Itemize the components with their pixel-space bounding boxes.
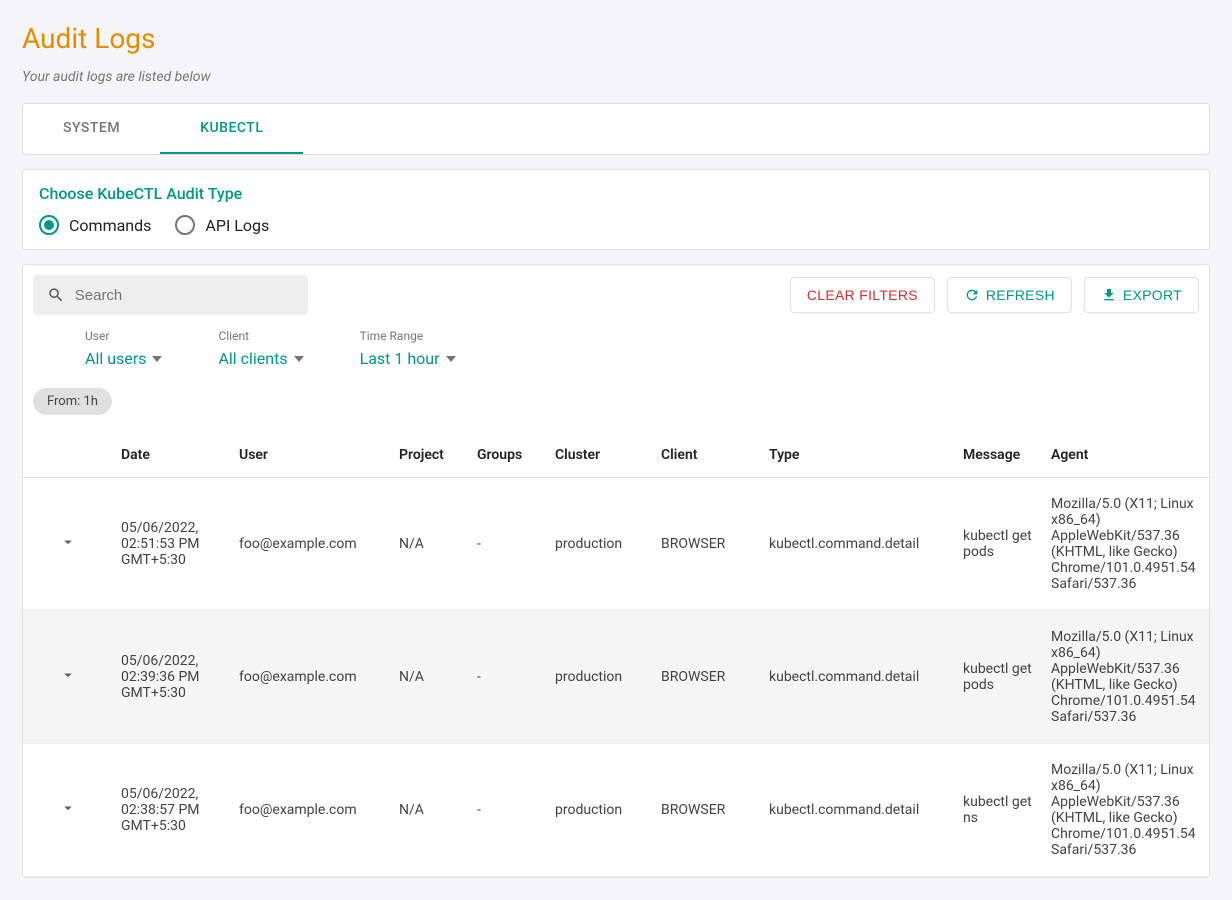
audit-type-title: Choose KubeCTL Audit Type bbox=[39, 184, 1193, 203]
clear-filters-button[interactable]: CLEAR FILTERS bbox=[790, 277, 935, 313]
time-chip[interactable]: From: 1h bbox=[33, 388, 112, 415]
logs-table: Date User Project Groups Cluster Client … bbox=[23, 433, 1209, 877]
cell-type: kubectl.command.detail bbox=[761, 478, 955, 611]
radio-icon bbox=[39, 215, 59, 235]
col-user: User bbox=[231, 433, 391, 478]
col-cluster: Cluster bbox=[547, 433, 653, 478]
refresh-label: REFRESH bbox=[986, 287, 1055, 303]
expand-icon[interactable] bbox=[59, 672, 77, 688]
page-subtitle: Your audit logs are listed below bbox=[22, 69, 1210, 85]
filter-user-value: All users bbox=[85, 349, 146, 368]
download-icon bbox=[1101, 287, 1117, 303]
chevron-down-icon bbox=[294, 356, 304, 362]
expand-icon[interactable] bbox=[59, 539, 77, 555]
filter-user-select[interactable]: All users bbox=[85, 349, 162, 368]
page-title: Audit Logs bbox=[22, 22, 1210, 55]
col-type: Type bbox=[761, 433, 955, 478]
search-input[interactable] bbox=[75, 287, 294, 304]
cell-cluster: production bbox=[547, 744, 653, 877]
clear-filters-label: CLEAR FILTERS bbox=[807, 287, 918, 303]
expand-icon[interactable] bbox=[59, 805, 77, 821]
audit-type-panel: Choose KubeCTL Audit Type Commands API L… bbox=[22, 169, 1210, 250]
cell-type: kubectl.command.detail bbox=[761, 611, 955, 744]
chevron-down-icon bbox=[446, 356, 456, 362]
col-date: Date bbox=[113, 433, 231, 478]
cell-groups: - bbox=[469, 611, 547, 744]
export-label: EXPORT bbox=[1123, 287, 1182, 303]
cell-groups: - bbox=[469, 744, 547, 877]
cell-groups: - bbox=[469, 478, 547, 611]
cell-project: N/A bbox=[391, 744, 469, 877]
cell-date: 05/06/2022, 02:38:57 PM GMT+5:30 bbox=[113, 744, 231, 877]
cell-agent: Mozilla/5.0 (X11; Linux x86_64) AppleWeb… bbox=[1043, 478, 1209, 611]
cell-message: kubectl get pods bbox=[955, 611, 1043, 744]
filter-client-label: Client bbox=[218, 329, 303, 343]
cell-user: foo@example.com bbox=[231, 744, 391, 877]
table-row: 05/06/2022, 02:39:36 PM GMT+5:30foo@exam… bbox=[23, 611, 1209, 744]
cell-message: kubectl get ns bbox=[955, 744, 1043, 877]
tabs-bar: SYSTEM KUBECTL bbox=[22, 103, 1210, 155]
cell-project: N/A bbox=[391, 478, 469, 611]
col-message: Message bbox=[955, 433, 1043, 478]
tab-kubectl[interactable]: KUBECTL bbox=[160, 104, 303, 154]
cell-date: 05/06/2022, 02:39:36 PM GMT+5:30 bbox=[113, 611, 231, 744]
search-icon bbox=[47, 285, 65, 305]
logs-panel: CLEAR FILTERS REFRESH EXPORT User All us… bbox=[22, 264, 1210, 878]
col-agent: Agent bbox=[1043, 433, 1209, 478]
filter-timerange-value: Last 1 hour bbox=[360, 349, 440, 368]
filter-timerange-label: Time Range bbox=[360, 329, 456, 343]
filter-user-label: User bbox=[85, 329, 162, 343]
table-row: 05/06/2022, 02:38:57 PM GMT+5:30foo@exam… bbox=[23, 744, 1209, 877]
filter-client-select[interactable]: All clients bbox=[218, 349, 303, 368]
cell-message: kubectl get pods bbox=[955, 478, 1043, 611]
cell-client: BROWSER bbox=[653, 611, 761, 744]
cell-client: BROWSER bbox=[653, 744, 761, 877]
radio-api-logs-label: API Logs bbox=[205, 216, 269, 235]
refresh-icon bbox=[964, 287, 980, 303]
cell-user: foo@example.com bbox=[231, 478, 391, 611]
cell-user: foo@example.com bbox=[231, 611, 391, 744]
search-box[interactable] bbox=[33, 275, 308, 315]
cell-project: N/A bbox=[391, 611, 469, 744]
chevron-down-icon bbox=[152, 356, 162, 362]
export-button[interactable]: EXPORT bbox=[1084, 277, 1199, 313]
cell-date: 05/06/2022, 02:51:53 PM GMT+5:30 bbox=[113, 478, 231, 611]
radio-icon bbox=[175, 215, 195, 235]
table-row: 05/06/2022, 02:51:53 PM GMT+5:30foo@exam… bbox=[23, 478, 1209, 611]
refresh-button[interactable]: REFRESH bbox=[947, 277, 1072, 313]
cell-type: kubectl.command.detail bbox=[761, 744, 955, 877]
radio-commands[interactable]: Commands bbox=[39, 215, 151, 235]
col-project: Project bbox=[391, 433, 469, 478]
filter-timerange-select[interactable]: Last 1 hour bbox=[360, 349, 456, 368]
radio-api-logs[interactable]: API Logs bbox=[175, 215, 269, 235]
cell-cluster: production bbox=[547, 478, 653, 611]
filter-client-value: All clients bbox=[218, 349, 287, 368]
cell-agent: Mozilla/5.0 (X11; Linux x86_64) AppleWeb… bbox=[1043, 611, 1209, 744]
radio-commands-label: Commands bbox=[69, 216, 151, 235]
cell-agent: Mozilla/5.0 (X11; Linux x86_64) AppleWeb… bbox=[1043, 744, 1209, 877]
col-client: Client bbox=[653, 433, 761, 478]
tab-system[interactable]: SYSTEM bbox=[23, 104, 160, 154]
col-groups: Groups bbox=[469, 433, 547, 478]
cell-cluster: production bbox=[547, 611, 653, 744]
cell-client: BROWSER bbox=[653, 478, 761, 611]
